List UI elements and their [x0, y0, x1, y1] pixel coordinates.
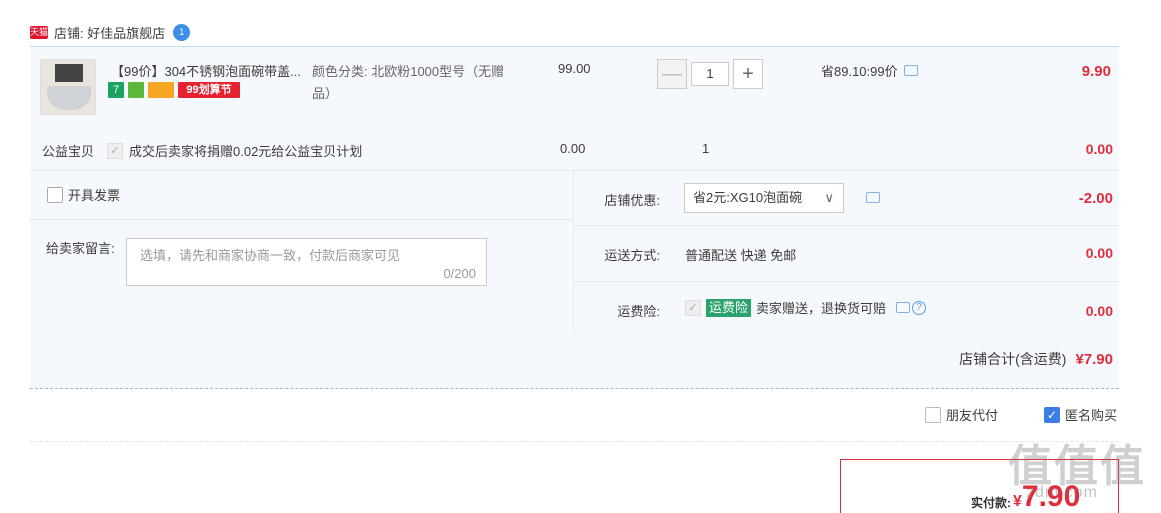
anonymous-option[interactable]: ✓ 匿名购买 [1044, 405, 1117, 424]
remark-label: 给卖家留言: [46, 241, 115, 256]
shop-total: 店铺合计(含运费) ¥7.90 [959, 349, 1113, 369]
wangwang-contact-icon[interactable]: 1 [173, 23, 191, 41]
remark-char-count: 0/200 [443, 266, 476, 281]
charity-price: 0.00 [560, 141, 586, 156]
charity-checkbox: ✓ [107, 143, 123, 159]
anonymous-label: 匿名购买 [1065, 408, 1118, 423]
shop-discount-value: 省2元:XG10泡面碗 [693, 190, 803, 205]
seven-day-return-icon: 7 [108, 82, 124, 98]
product-box-image [55, 64, 83, 82]
quantity-decrease-button[interactable]: — [657, 59, 687, 89]
product-bowl-image [47, 86, 91, 110]
buyer-options-panel: 开具发票 给卖家留言: 选填，请先和商家协商一致，付款后商家可见 0/200 [30, 171, 574, 332]
product-sku: 颜色分类: 北欧粉1000型号（无赠品） [312, 64, 505, 101]
remark-placeholder: 选填，请先和商家协商一致，付款后商家可见 [140, 248, 401, 263]
promo-99-badge: 99划算节 [178, 82, 240, 98]
product-thumbnail[interactable] [40, 59, 96, 115]
shipping-label: 运送方式: [604, 248, 660, 263]
charity-row: 公益宝贝 ✓ 成交后卖家将捐赠0.02元给公益宝贝计划 0.00 1 0.00 [30, 141, 1119, 171]
quantity-stepper: — 1 + [657, 59, 763, 89]
friend-pay-label: 朋友代付 [946, 408, 999, 423]
discount-text: 省89.10:99价 [821, 64, 898, 79]
charity-label: 公益宝贝 [42, 144, 95, 159]
shop-discount-row: 店铺优惠: 省2元:XG10泡面碗 ∨ -2.00 [575, 171, 1119, 226]
credit-card-icon [148, 82, 174, 98]
shop-discount-amount: -2.00 [1078, 190, 1113, 207]
payment-label: 实付款: [971, 496, 1011, 510]
shipping-amount: 0.00 [1085, 245, 1113, 261]
divider [30, 219, 574, 220]
anonymous-checkbox[interactable]: ✓ [1044, 406, 1060, 423]
charity-qty: 1 [702, 141, 710, 156]
insurance-label: 运费险: [617, 304, 660, 319]
insurance-amount: 0.00 [1085, 303, 1113, 319]
remark-textarea[interactable]: 选填，请先和商家协商一致，付款后商家可见 0/200 [126, 238, 487, 286]
shipping-row: 运送方式: 普通配送 快递 免邮 0.00 [575, 227, 1119, 282]
chat-bubble-icon[interactable] [896, 302, 911, 313]
watermark-text: zdm.com [1026, 484, 1098, 501]
charity-total: 0.00 [1085, 141, 1113, 157]
quantity-input[interactable]: 1 [691, 62, 729, 86]
shop-discount-label: 店铺优惠: [604, 193, 660, 208]
chat-bubble-icon[interactable] [866, 192, 880, 203]
tmall-icon: 天猫 [30, 25, 49, 39]
item-subtotal: 9.90 [1081, 63, 1111, 80]
invoice-option[interactable]: 开具发票 [47, 185, 120, 204]
help-icon[interactable]: ? [912, 300, 927, 315]
insurance-value: ✓ 运费险 卖家赠送，退换货可赔 ? [685, 298, 927, 317]
divider [30, 441, 1119, 442]
unit-price: 99.00 [558, 61, 591, 76]
chat-bubble-icon[interactable] [903, 65, 918, 76]
shop-total-amount: ¥7.90 [1075, 350, 1113, 368]
shop-total-label: 店铺合计(含运费) [959, 351, 1067, 367]
product-title[interactable]: 【99价】304不锈钢泡面碗带盖... [111, 61, 311, 80]
chevron-down-icon: ∨ [824, 190, 834, 205]
charity-description: 成交后卖家将捐赠0.02元给公益宝贝计划 [129, 144, 363, 159]
insurance-badge: 运费险 [706, 298, 752, 317]
insurance-row: 运费险: ✓ 运费险 卖家赠送，退换货可赔 ? 0.00 [575, 283, 1119, 332]
product-tags: 7 99划算节 [108, 82, 240, 98]
shop-header: 天猫 店铺: 好佳品旗舰店 1 [30, 22, 191, 42]
currency-symbol: ¥ [1013, 493, 1022, 510]
shipping-method: 普通配送 快递 免邮 [685, 248, 797, 263]
insurance-checkbox: ✓ [685, 299, 701, 316]
invoice-checkbox[interactable] [47, 186, 63, 203]
friend-pay-checkbox[interactable] [925, 406, 941, 423]
invoice-label: 开具发票 [68, 188, 121, 203]
order-panel: 【99价】304不锈钢泡面碗带盖... 7 99划算节 颜色分类: 北欧粉100… [30, 46, 1119, 389]
guarantee-icon [128, 82, 144, 98]
item-discount: 省89.10:99价 [821, 61, 918, 80]
delivery-panel: 店铺优惠: 省2元:XG10泡面碗 ∨ -2.00 运送方式: 普通配送 快递 … [575, 171, 1119, 332]
friend-pay-option[interactable]: 朋友代付 [925, 405, 998, 424]
quantity-increase-button[interactable]: + [733, 59, 763, 89]
shop-discount-select[interactable]: 省2元:XG10泡面碗 ∨ [684, 183, 844, 213]
shop-name[interactable]: 店铺: 好佳品旗舰店 [54, 23, 165, 42]
insurance-text: 卖家赠送，退换货可赔 [756, 301, 887, 316]
